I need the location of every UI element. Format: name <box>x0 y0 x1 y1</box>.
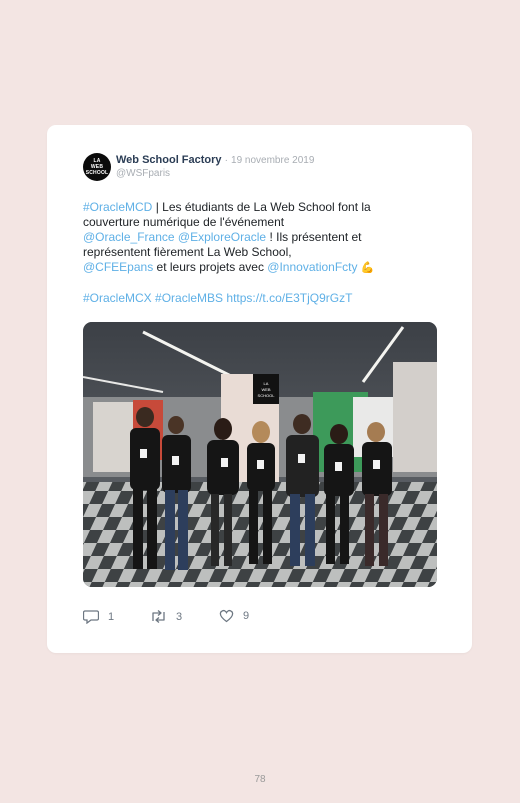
mention-link[interactable]: @Oracle_France <box>83 230 175 244</box>
stand-sign-1: LA <box>264 381 269 386</box>
tweet-text-segment: couverture numérique de l'événement <box>83 215 285 229</box>
tweet-text-segment: représentent fièrement La Web School, <box>83 245 292 259</box>
mention-link[interactable]: @CFEEpans <box>83 260 153 274</box>
tweet-date[interactable]: 19 novembre 2019 <box>231 155 314 166</box>
retweet-icon <box>152 610 165 623</box>
flexed-biceps-icon: 💪 <box>360 262 375 274</box>
tweet-text-segment: ! Ils présentent et <box>266 230 362 244</box>
like-count: 9 <box>243 610 250 622</box>
tweet-photo[interactable]: LA WEB SCHOOL <box>83 322 437 587</box>
author-avatar[interactable]: LA WEB SCHOOL <box>83 153 111 181</box>
reply-icon <box>83 610 99 624</box>
like-button[interactable]: 9 <box>219 609 249 623</box>
url-link[interactable]: https://t.co/E3TjQ9rGzT <box>226 291 352 305</box>
heart-icon <box>219 609 234 623</box>
stand-sign-3: SCHOOL <box>258 393 276 398</box>
stand-sign-2: WEB <box>261 387 270 392</box>
tweet-text-segment: | Les étudiants de La Web School font la <box>152 200 371 214</box>
hashtag-link[interactable]: #OracleMCD <box>83 200 152 214</box>
tweet-text-segment: et leurs projets avec <box>153 260 268 274</box>
author-line: Web School Factory · 19 novembre 2019 <box>116 154 314 166</box>
page-number: 78 <box>254 774 266 785</box>
hashtag-link[interactable]: #OracleMBS <box>155 291 223 305</box>
retweet-count: 3 <box>176 610 183 623</box>
mention-link[interactable]: @InnovationFcty <box>267 260 357 274</box>
hashtag-link[interactable]: #OracleMCX <box>83 291 152 305</box>
date-separator: · <box>224 155 228 166</box>
tweet-text: #OracleMCD | Les étudiants de La Web Sch… <box>83 200 423 306</box>
group-photo-illustration: LA WEB SCHOOL <box>83 322 437 587</box>
avatar-text-3: SCHOOL <box>85 170 109 176</box>
tweet-card: LA WEB SCHOOL Web School Factory · 19 no… <box>47 125 472 653</box>
author-handle[interactable]: @WSFparis <box>116 168 170 179</box>
author-name[interactable]: Web School Factory <box>116 154 222 166</box>
reply-button[interactable]: 1 <box>83 609 114 624</box>
mention-link[interactable]: @ExploreOracle <box>178 230 266 244</box>
reply-count: 1 <box>108 610 115 623</box>
retweet-button[interactable]: 3 <box>150 609 182 624</box>
